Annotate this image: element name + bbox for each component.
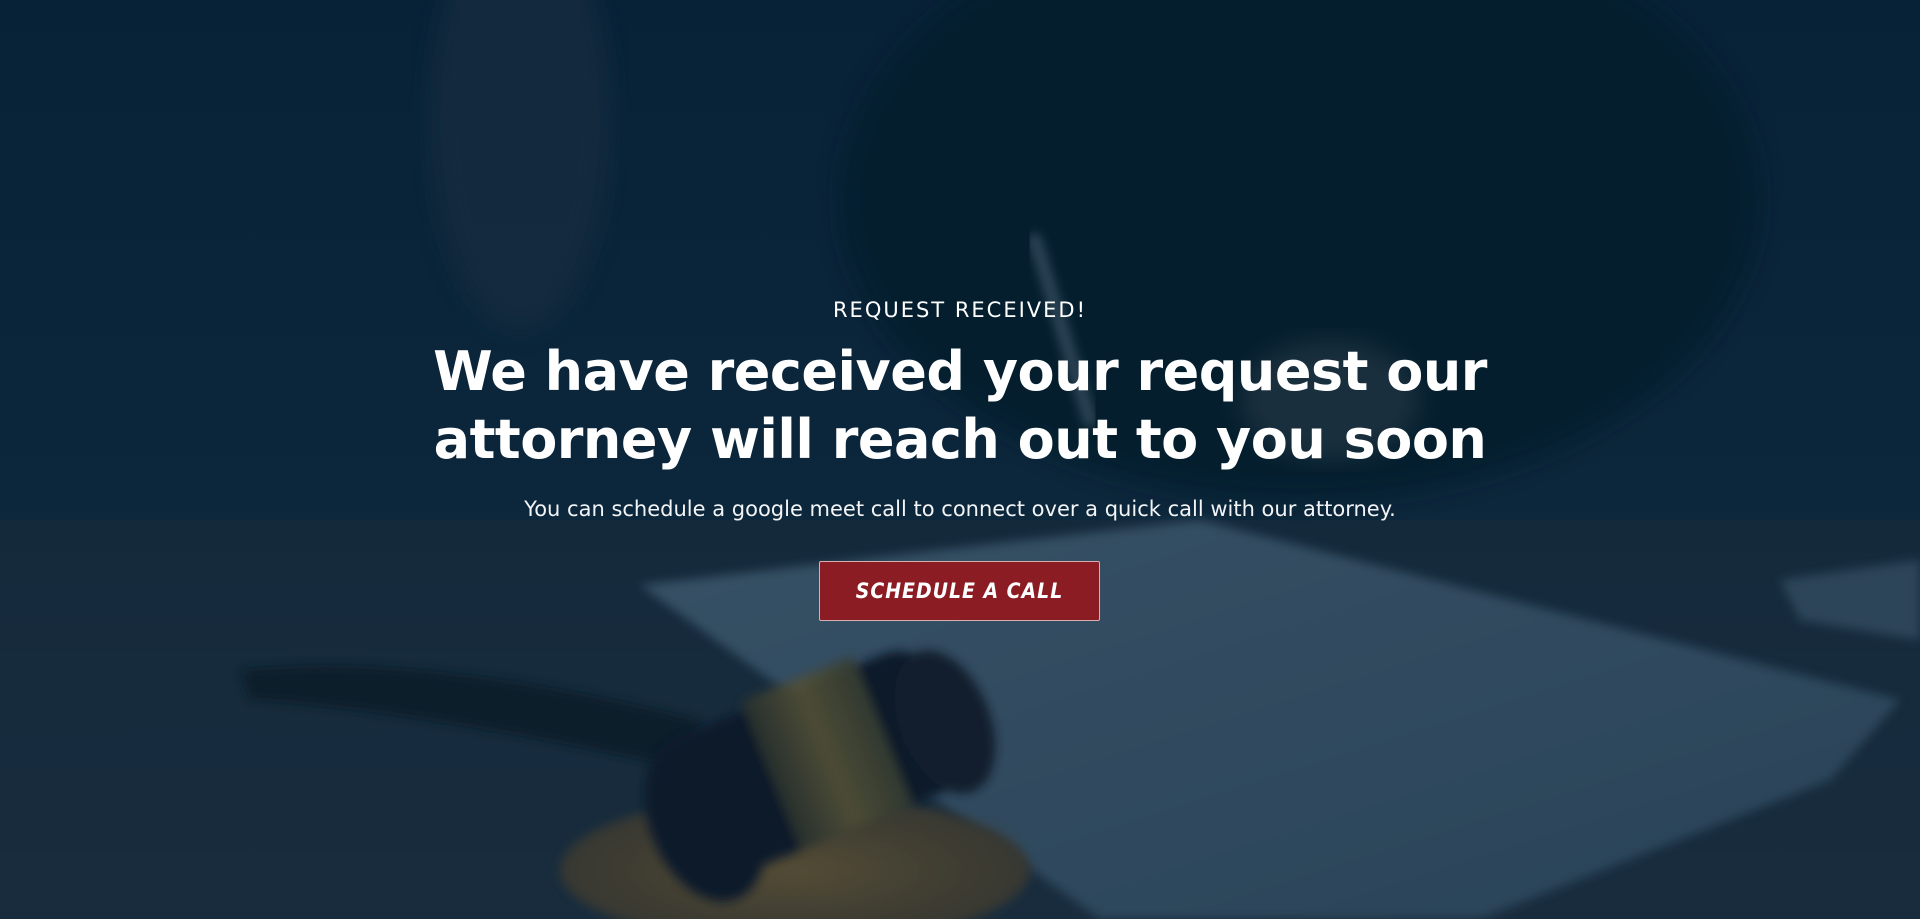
hero-section: REQUEST RECEIVED! We have received your … xyxy=(0,0,1920,919)
eyebrow-label: REQUEST RECEIVED! xyxy=(832,298,1088,322)
confirmation-content: REQUEST RECEIVED! We have received your … xyxy=(0,0,1920,919)
description-text: You can schedule a google meet call to c… xyxy=(524,497,1396,521)
page-title: We have received your request our attorn… xyxy=(433,340,1487,471)
schedule-call-button[interactable]: SCHEDULE A CALL xyxy=(819,561,1100,621)
schedule-call-button-label: SCHEDULE A CALL xyxy=(855,579,1064,603)
